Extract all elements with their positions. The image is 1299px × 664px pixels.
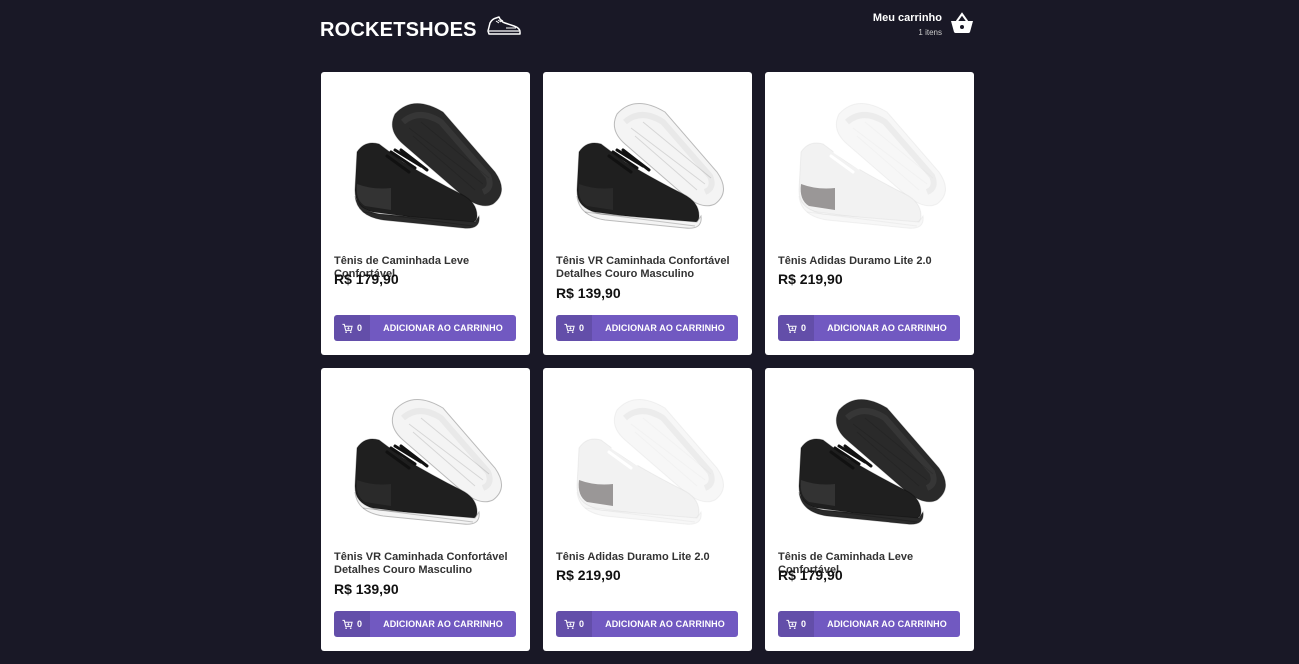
sneaker-icon (486, 14, 522, 44)
add-to-cart-button[interactable]: 0 ADICIONAR AO CARRINHO (556, 315, 738, 341)
product-image[interactable] (787, 92, 953, 242)
add-to-cart-button[interactable]: 0 ADICIONAR AO CARRINHO (556, 611, 738, 637)
product-card: Tênis VR Caminhada Confortável Detalhes … (543, 72, 752, 355)
product-list: Tênis de Caminhada Leve Confortável R$ 17… (321, 72, 974, 651)
cart-count: 1 itens (918, 28, 942, 37)
add-to-cart-label: ADICIONAR AO CARRINHO (827, 323, 947, 333)
product-price: R$ 179,90 (778, 567, 843, 583)
cart-amount-value: 0 (800, 323, 806, 333)
logo[interactable]: ROCKETSHOES (320, 16, 522, 44)
add-to-cart-button[interactable]: 0 ADICIONAR AO CARRINHO (778, 315, 960, 341)
add-shopping-cart-icon (342, 323, 353, 334)
logo-text: ROCKETSHOES (320, 18, 477, 41)
cart-amount: 0 (556, 315, 592, 341)
product-price: R$ 179,90 (334, 271, 399, 287)
cart-amount-value: 0 (800, 619, 806, 629)
product-image[interactable] (565, 388, 731, 538)
product-name: Tênis Adidas Duramo Lite 2.0 (556, 551, 710, 563)
header: ROCKETSHOES Meu carrinho 1 itens (320, 10, 974, 46)
cart-amount-value: 0 (578, 619, 584, 629)
add-shopping-cart-icon (786, 323, 797, 334)
add-to-cart-button[interactable]: 0 ADICIONAR AO CARRINHO (778, 611, 960, 637)
add-to-cart-label: ADICIONAR AO CARRINHO (383, 619, 503, 629)
add-to-cart-label: ADICIONAR AO CARRINHO (605, 619, 725, 629)
cart-amount-value: 0 (578, 323, 584, 333)
add-shopping-cart-icon (342, 619, 353, 630)
cart-amount: 0 (334, 611, 370, 637)
cart-amount: 0 (334, 315, 370, 341)
add-to-cart-button[interactable]: 0 ADICIONAR AO CARRINHO (334, 611, 516, 637)
cart-amount-value: 0 (356, 619, 362, 629)
add-to-cart-label: ADICIONAR AO CARRINHO (605, 323, 725, 333)
product-price: R$ 219,90 (778, 271, 843, 287)
cart-amount: 0 (778, 611, 814, 637)
product-image[interactable] (565, 92, 731, 242)
product-name: Tênis VR Caminhada Confortável Detalhes … (556, 255, 730, 280)
cart-amount-value: 0 (356, 323, 362, 333)
product-price: R$ 139,90 (556, 285, 621, 301)
product-price: R$ 139,90 (334, 581, 399, 597)
add-shopping-cart-icon (564, 619, 575, 630)
add-shopping-cart-icon (564, 323, 575, 334)
basket-icon (950, 12, 974, 39)
product-card: Tênis de Caminhada Leve Confortável R$ 17… (765, 368, 974, 651)
product-card: Tênis de Caminhada Leve Confortável R$ 17… (321, 72, 530, 355)
add-to-cart-label: ADICIONAR AO CARRINHO (383, 323, 503, 333)
product-image[interactable] (343, 388, 509, 538)
cart-title: Meu carrinho (872, 12, 942, 24)
product-image[interactable] (343, 92, 509, 242)
add-to-cart-button[interactable]: 0 ADICIONAR AO CARRINHO (334, 315, 516, 341)
add-to-cart-label: ADICIONAR AO CARRINHO (827, 619, 947, 629)
add-shopping-cart-icon (786, 619, 797, 630)
product-image[interactable] (787, 388, 953, 538)
cart-amount: 0 (556, 611, 592, 637)
cart-amount: 0 (778, 315, 814, 341)
product-name: Tênis Adidas Duramo Lite 2.0 (778, 255, 932, 267)
product-card: Tênis VR Caminhada Confortável Detalhes … (321, 368, 530, 651)
product-name: Tênis VR Caminhada Confortável Detalhes … (334, 551, 508, 576)
cart-summary: Meu carrinho 1 itens (873, 12, 942, 39)
product-price: R$ 219,90 (556, 567, 621, 583)
cart-link[interactable]: Meu carrinho 1 itens (873, 12, 974, 39)
product-card: Tênis Adidas Duramo Lite 2.0 R$ 219,90 0 AD… (543, 368, 752, 651)
product-card: Tênis Adidas Duramo Lite 2.0 R$ 219,90 0 AD… (765, 72, 974, 355)
